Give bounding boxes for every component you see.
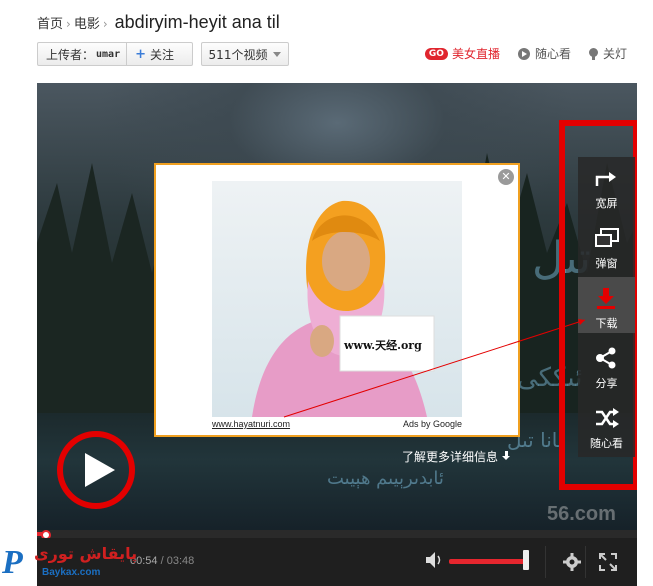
breadcrumb-category[interactable]: 电影 <box>74 13 100 32</box>
divider <box>545 546 546 578</box>
chevron-down-icon <box>273 51 282 57</box>
time-total: 03:48 <box>166 555 195 567</box>
live-label: 美女直播 <box>451 47 500 61</box>
plus-icon: + <box>135 46 147 62</box>
uploader-name[interactable]: umar <box>96 49 120 60</box>
go-badge-icon: GO <box>424 47 448 60</box>
breadcrumb: 首页 › 电影 › abdiryim-heyit ana til <box>37 12 280 34</box>
volume-icon[interactable] <box>425 550 443 570</box>
uploader-label: 上传者： <box>46 47 95 62</box>
follow-label: 关注 <box>150 47 175 62</box>
annotation-line <box>283 319 586 418</box>
uploader-box: 上传者： umar + 关注 <box>37 42 193 66</box>
progress-bar[interactable] <box>37 530 637 540</box>
watermark-url: Baykax.com <box>42 567 101 578</box>
divider <box>585 546 586 578</box>
video-count-dropdown[interactable]: 511个视频 <box>201 42 289 66</box>
baykax-watermark: P پايقاش تورى Baykax.com <box>0 540 150 586</box>
breadcrumb-home[interactable]: 首页 <box>37 13 63 32</box>
gear-icon[interactable] <box>562 552 582 572</box>
lights-off-label: 关灯 <box>602 47 627 61</box>
page-root: 首页 › 电影 › abdiryim-heyit ana til 上传者： um… <box>0 0 653 586</box>
lights-off-link[interactable]: 关灯 <box>588 45 627 62</box>
fullscreen-icon[interactable] <box>598 552 618 572</box>
random-watch-label: 随心看 <box>534 47 571 61</box>
live-link[interactable]: GO 美女直播 <box>424 45 500 62</box>
top-links: GO 美女直播 随心看 关灯 <box>407 45 627 62</box>
time-separator: / <box>157 555 167 567</box>
video-title: abdiryim-heyit ana til <box>114 12 280 32</box>
watermark-logo: P <box>2 544 23 581</box>
breadcrumb-separator: › <box>102 17 108 31</box>
volume-handle[interactable] <box>523 550 529 570</box>
light-bulb-icon <box>588 47 598 60</box>
video-count-label: 511个视频 <box>208 47 268 62</box>
volume-slider[interactable] <box>449 559 525 564</box>
video-player[interactable]: تىل ئىككى ئانا تىل ئابدىرېيىم ھېيىت 56.c… <box>37 83 637 586</box>
follow-button[interactable]: + 关注 <box>127 46 174 63</box>
random-watch-link[interactable]: 随心看 <box>517 45 571 62</box>
watermark-uyghur: پايقاش تورى <box>34 544 138 563</box>
play-circle-icon <box>517 47 530 60</box>
breadcrumb-separator: › <box>66 17 71 31</box>
